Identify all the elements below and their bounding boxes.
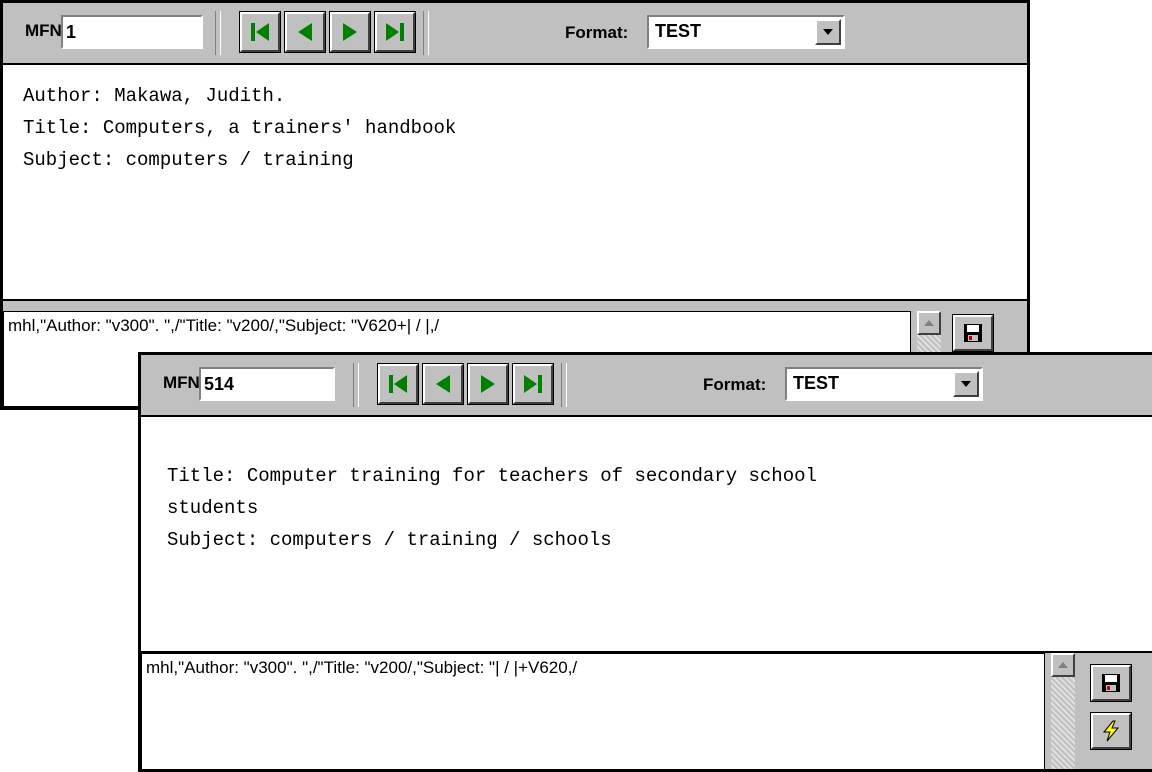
toolbar-separator <box>215 11 221 55</box>
next-record-button[interactable] <box>329 11 371 53</box>
display-line: Title: Computers, a trainers' handbook <box>23 117 457 139</box>
last-record-icon <box>386 23 404 41</box>
toolbar: MFN 1 Format: TEST <box>3 3 1027 65</box>
format-label: Format: <box>703 375 767 394</box>
first-record-icon <box>251 23 269 41</box>
lightning-icon <box>1102 720 1120 742</box>
chevron-up-icon <box>1058 662 1068 668</box>
first-record-icon <box>389 375 407 393</box>
save-format-button[interactable] <box>1090 664 1132 702</box>
display-line: Subject: computers / training <box>23 149 354 171</box>
last-record-button[interactable] <box>374 11 416 53</box>
format-expression-input[interactable]: mhl,"Author: "v300". ",/"Title: "v200/,"… <box>141 653 1045 769</box>
save-format-button[interactable] <box>952 314 994 352</box>
mfn-label: MFN <box>25 21 62 40</box>
last-record-icon <box>524 375 542 393</box>
scroll-up-button[interactable] <box>917 311 941 335</box>
toolbar-separator <box>353 363 359 407</box>
next-record-icon <box>481 375 495 393</box>
first-record-button[interactable] <box>377 363 419 405</box>
toolbar-separator <box>423 11 429 55</box>
toolbar-separator <box>561 363 567 407</box>
format-value: TEST <box>793 373 840 393</box>
next-record-button[interactable] <box>467 363 509 405</box>
previous-record-button[interactable] <box>284 11 326 53</box>
run-format-button[interactable] <box>1090 712 1132 750</box>
format-label: Format: <box>565 23 629 42</box>
previous-record-icon <box>298 23 312 41</box>
format-select[interactable]: TEST <box>647 15 845 49</box>
record-display: Author: Makawa, Judith. Title: Computers… <box>3 65 1027 301</box>
format-value: TEST <box>655 21 702 41</box>
scroll-up-button[interactable] <box>1051 653 1075 677</box>
mfn-label: MFN <box>163 373 200 392</box>
mfn-input[interactable]: 514 <box>199 367 335 401</box>
mfn-input[interactable]: 1 <box>61 15 203 49</box>
next-record-icon <box>343 23 357 41</box>
previous-record-button[interactable] <box>422 363 464 405</box>
format-dropdown-button[interactable] <box>815 19 841 45</box>
display-line: students <box>167 497 259 519</box>
floppy-disk-icon <box>964 324 982 342</box>
first-record-button[interactable] <box>239 11 281 53</box>
format-select[interactable]: TEST <box>785 367 983 401</box>
record-display: Title: Computer training for teachers of… <box>141 417 1152 653</box>
chevron-up-icon <box>924 320 934 326</box>
record-window-1: MFN 1 Format: TEST Author: Makawa, Judit… <box>0 0 1030 410</box>
display-line: Title: Computer training for teachers of… <box>167 465 817 487</box>
format-dropdown-button[interactable] <box>953 371 979 397</box>
chevron-down-icon <box>823 29 833 35</box>
format-scrollbar[interactable] <box>1051 653 1075 769</box>
previous-record-icon <box>436 375 450 393</box>
chevron-down-icon <box>961 381 971 387</box>
display-line: Author: Makawa, Judith. <box>23 85 286 107</box>
display-line: Subject: computers / training / schools <box>167 529 612 551</box>
record-window-2: MFN 514 Format: TEST Title: Computer tra… <box>138 352 1152 772</box>
toolbar: MFN 514 Format: TEST <box>141 355 1152 417</box>
last-record-button[interactable] <box>512 363 554 405</box>
floppy-disk-icon <box>1102 674 1120 692</box>
